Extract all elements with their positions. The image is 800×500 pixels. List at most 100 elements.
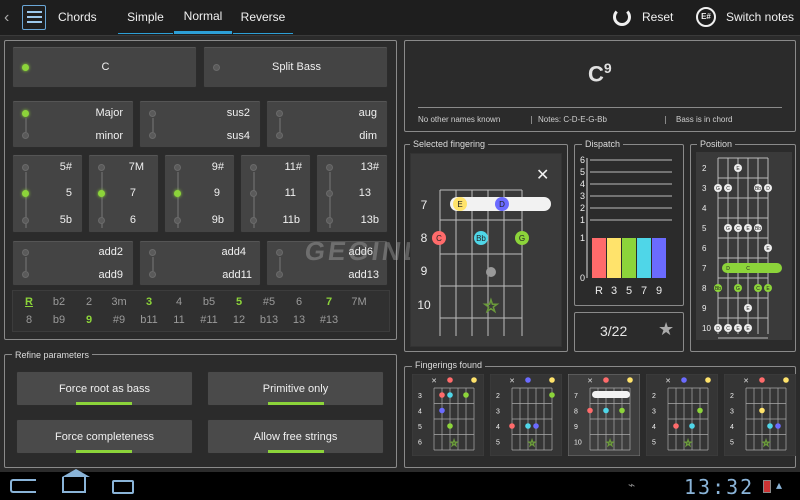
- interval-2[interactable]: 2: [76, 296, 102, 308]
- ext-13b-indicator: [326, 217, 333, 224]
- interval-4[interactable]: 4: [166, 296, 192, 308]
- thumbnail-fret-label: 2: [730, 393, 734, 400]
- ext-7-group[interactable]: 7M 7 6: [88, 154, 159, 233]
- ext-5b-label: 5b: [59, 214, 72, 226]
- dispatch-bar-label: 7: [641, 285, 647, 297]
- ext-13-group[interactable]: 13# 13 13b: [316, 154, 388, 233]
- aug-dim-group[interactable]: aug dim: [266, 100, 388, 148]
- note-e-label: E: [457, 200, 462, 209]
- sus4-indicator: [149, 132, 156, 139]
- interval-sharp9[interactable]: #9: [106, 314, 132, 326]
- ext-13-label: 13: [358, 187, 371, 199]
- dispatch-chart: 65432110R 3 5 7 9: [580, 155, 672, 297]
- interval-3[interactable]: 3: [136, 296, 162, 308]
- fingering-thumbnail[interactable]: 3 4 5 6 ✕ ☆: [412, 374, 484, 456]
- battery-icon: [763, 480, 771, 493]
- switch-notes-icon[interactable]: E#: [696, 7, 716, 27]
- open-string-dot: [705, 377, 711, 383]
- interval-sharp5[interactable]: #5: [256, 296, 282, 308]
- ext-5sharp-indicator: [22, 164, 29, 171]
- fingering-thumbnail[interactable]: 2 3 4 5 ✕ ☆: [724, 374, 796, 456]
- allow-free-strings-button[interactable]: Allow free strings: [207, 419, 384, 454]
- back-arrow-icon[interactable]: ‹: [4, 9, 9, 27]
- fingering-thumbnail[interactable]: 2 3 4 5 ✕ ☆: [646, 374, 718, 456]
- open-string-dot: [627, 377, 633, 383]
- thumbnail-note: [673, 423, 679, 429]
- interval-6[interactable]: 6: [286, 296, 312, 308]
- thumbnail-fret-label: 5: [418, 424, 422, 431]
- force-root-bass-button[interactable]: Force root as bass: [16, 371, 193, 406]
- dim-label: dim: [359, 130, 377, 142]
- ext-9-group[interactable]: 9# 9 9b: [164, 154, 235, 233]
- recent-apps-icon[interactable]: [112, 480, 134, 494]
- major-indicator: [22, 110, 29, 117]
- back-icon[interactable]: [10, 479, 36, 493]
- fingering-thumbnail[interactable]: 7 8 9 10 ✕ ☆: [568, 374, 640, 456]
- interval-b5[interactable]: b5: [196, 296, 222, 308]
- dispatch-bar-7: [637, 238, 651, 278]
- tab-simple[interactable]: Simple: [118, 0, 173, 34]
- interval-b9[interactable]: b9: [46, 314, 72, 326]
- add9-label: add9: [98, 269, 123, 281]
- position-fret-label: 6: [702, 244, 707, 253]
- add4-indicator: [149, 249, 156, 256]
- primitive-only-button[interactable]: Primitive only: [207, 371, 384, 406]
- ext-6-indicator: [98, 217, 105, 224]
- tab-normal[interactable]: Normal: [174, 0, 232, 34]
- interval-11[interactable]: 11: [166, 314, 192, 326]
- aug-label: aug: [358, 107, 377, 119]
- ext-11sharp-indicator: [250, 164, 257, 171]
- home-icon[interactable]: [62, 469, 90, 493]
- reset-icon[interactable]: [613, 8, 631, 26]
- fingering-thumbnail[interactable]: 2 3 4 5 ✕ ☆: [490, 374, 562, 456]
- interval-9[interactable]: 9: [76, 314, 102, 326]
- selected-fingering-diagram: E D C Bb G ☆ 7 8 9 10: [417, 189, 551, 336]
- interval-3m[interactable]: 3m: [106, 296, 132, 308]
- dispatch-bar-label: 3: [611, 285, 617, 297]
- position-note-label: Bb: [755, 226, 761, 232]
- add4-add11-group[interactable]: add4 add11: [139, 240, 261, 286]
- split-bass-label: Split Bass: [272, 61, 321, 73]
- root-star-icon: ☆: [684, 439, 692, 449]
- favorite-star-icon[interactable]: ★: [658, 319, 674, 340]
- interval-R[interactable]: R: [16, 296, 42, 308]
- interval-b11[interactable]: b11: [136, 314, 162, 326]
- ext-11-indicator: [250, 190, 257, 197]
- ext-9-label: 9: [213, 187, 220, 199]
- thumbnail-fret-label: 3: [652, 409, 656, 416]
- open-string-dot: [681, 377, 687, 383]
- ext-11-group[interactable]: 11# 11 11b: [240, 154, 311, 233]
- add11-label: add11: [222, 269, 252, 281]
- thumbnail-fret-label: 2: [496, 393, 500, 400]
- switch-notes-button[interactable]: Switch notes: [726, 10, 794, 24]
- interval-5[interactable]: 5: [226, 296, 252, 308]
- sus-group[interactable]: sus2 sus4: [139, 100, 261, 148]
- major-minor-group[interactable]: Major minor: [12, 100, 134, 148]
- interval-8[interactable]: 8: [16, 314, 42, 326]
- interval-sharp13[interactable]: #13: [316, 314, 342, 326]
- root-button[interactable]: C: [12, 46, 197, 88]
- ext-5-group[interactable]: 5# 5 5b: [12, 154, 83, 233]
- split-bass-button[interactable]: Split Bass: [203, 46, 388, 88]
- chord-name: C9: [588, 60, 612, 87]
- open-string-dot: [549, 377, 555, 383]
- interval-7M[interactable]: 7M: [346, 296, 372, 308]
- reset-button[interactable]: Reset: [642, 10, 673, 24]
- add2-add9-group[interactable]: add2 add9: [12, 240, 134, 286]
- muted-string-icon: ✕: [587, 377, 593, 385]
- force-completeness-button[interactable]: Force completeness: [16, 419, 193, 454]
- interval-sharp11[interactable]: #11: [196, 314, 222, 326]
- thumbnail-note: [447, 423, 453, 429]
- interval-b2[interactable]: b2: [46, 296, 72, 308]
- ext-9b-indicator: [174, 217, 181, 224]
- interval-13[interactable]: 13: [286, 314, 312, 326]
- usb-icon: ⌁: [628, 478, 636, 492]
- interval-b13[interactable]: b13: [256, 314, 282, 326]
- tab-reverse[interactable]: Reverse: [233, 0, 293, 34]
- open-string-dot: [759, 377, 765, 383]
- interval-7[interactable]: 7: [316, 296, 342, 308]
- position-note-label: C: [736, 226, 740, 232]
- sus4-label: sus4: [226, 130, 250, 142]
- interval-12[interactable]: 12: [226, 314, 252, 326]
- dispatch-title: Dispatch: [582, 139, 624, 149]
